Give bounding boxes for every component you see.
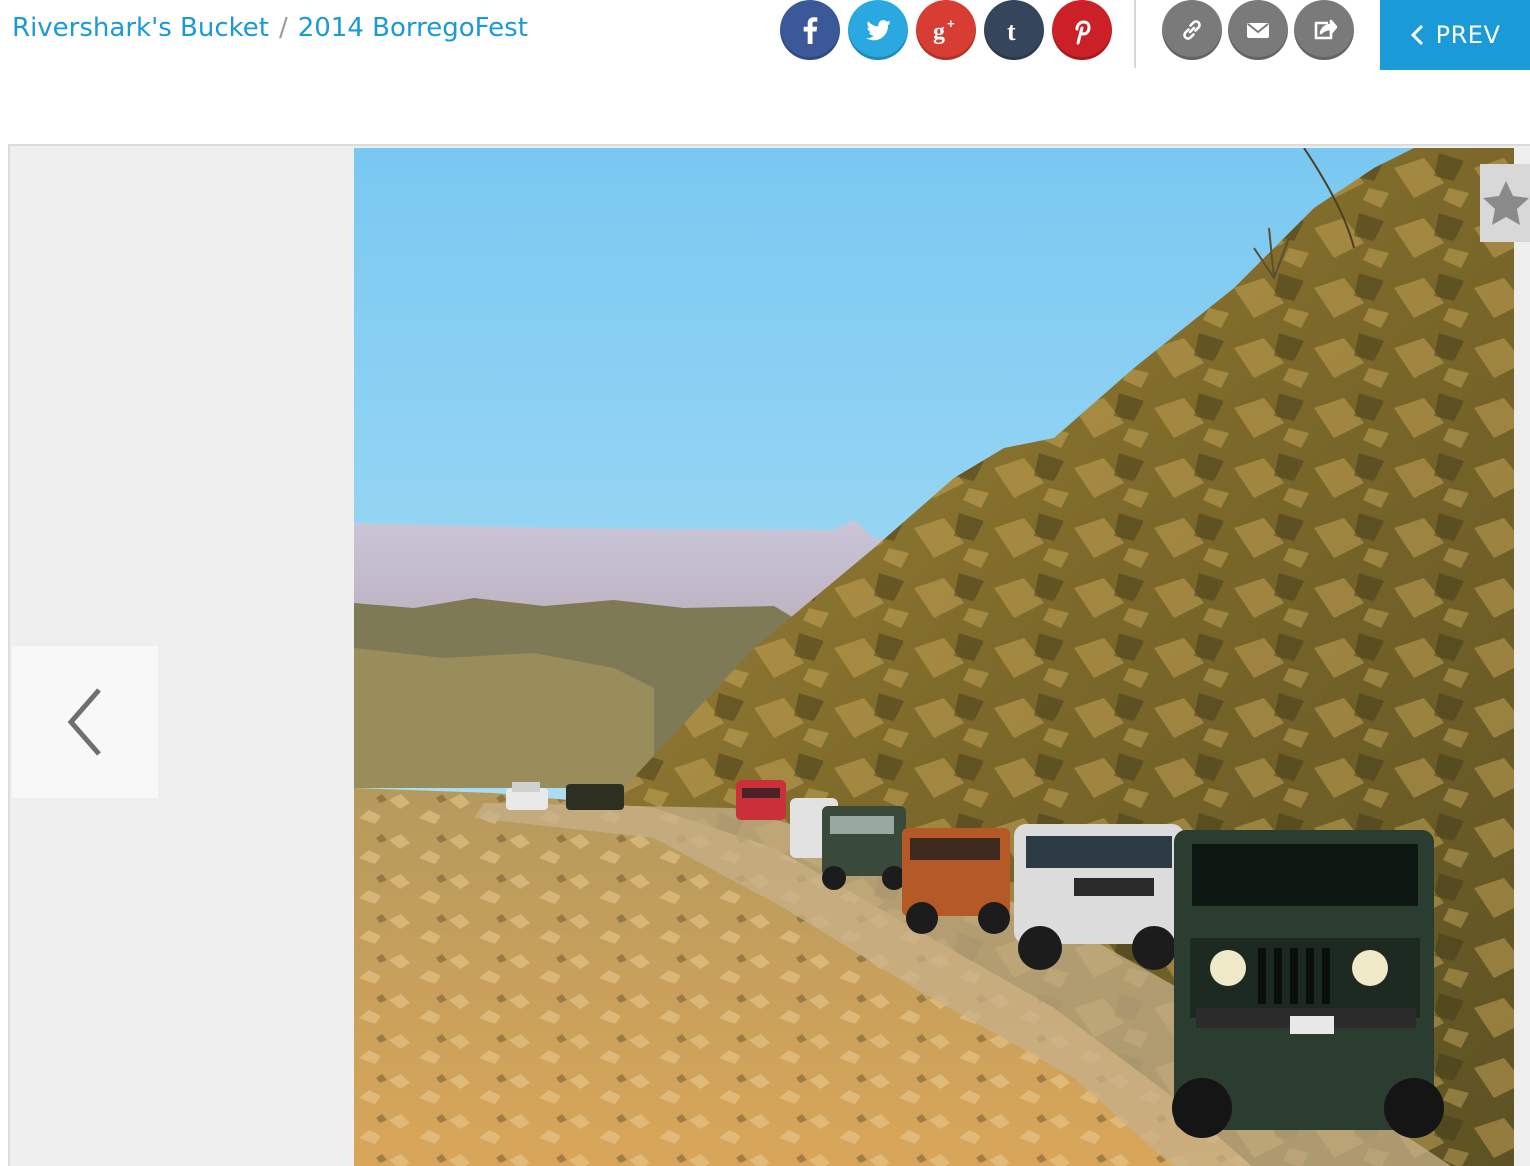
previous-photo-button[interactable] [12,646,158,798]
breadcrumb-bucket-link[interactable]: Rivershark's Bucket [12,13,269,43]
photo [354,148,1514,1166]
svg-text:g: g [933,19,945,45]
breadcrumb: Rivershark's Bucket / 2014 BorregoFest [12,10,528,46]
chevron-left-icon [1410,24,1423,46]
email-share-button[interactable] [1228,0,1288,60]
social-share-group: g + t [780,0,1112,60]
favorite-button[interactable] [1480,164,1530,242]
tumblr-icon: t [1007,17,1016,46]
share-icon [1314,19,1338,40]
facebook-icon [803,17,818,44]
svg-text:t: t [1007,17,1016,46]
share-divider [1134,0,1136,68]
breadcrumb-separator: / [278,13,288,43]
facebook-share-button[interactable] [780,0,840,60]
google-plus-icon: g + [933,16,955,45]
photo-viewer [8,144,1530,1166]
chevron-left-icon [67,688,101,756]
vehicle [736,780,786,820]
pinterest-share-button[interactable] [1052,0,1112,60]
twitter-icon [866,20,891,41]
prev-label: PREV [1435,21,1501,49]
breadcrumb-album-link[interactable]: 2014 BorregoFest [298,13,528,43]
link-icon [1183,20,1201,40]
utility-share-group [1162,0,1354,60]
prev-button[interactable]: PREV [1380,0,1530,70]
pinterest-icon [1075,20,1091,45]
twitter-share-button[interactable] [848,0,908,60]
svg-text:+: + [947,16,955,31]
vehicle [1172,830,1444,1138]
tumblr-share-button[interactable]: t [984,0,1044,60]
email-icon [1247,23,1269,38]
star-icon [1483,181,1529,225]
google-plus-share-button[interactable]: g + [916,0,976,60]
copy-link-button[interactable] [1162,0,1222,60]
vehicle [566,784,624,810]
share-button[interactable] [1294,0,1354,60]
